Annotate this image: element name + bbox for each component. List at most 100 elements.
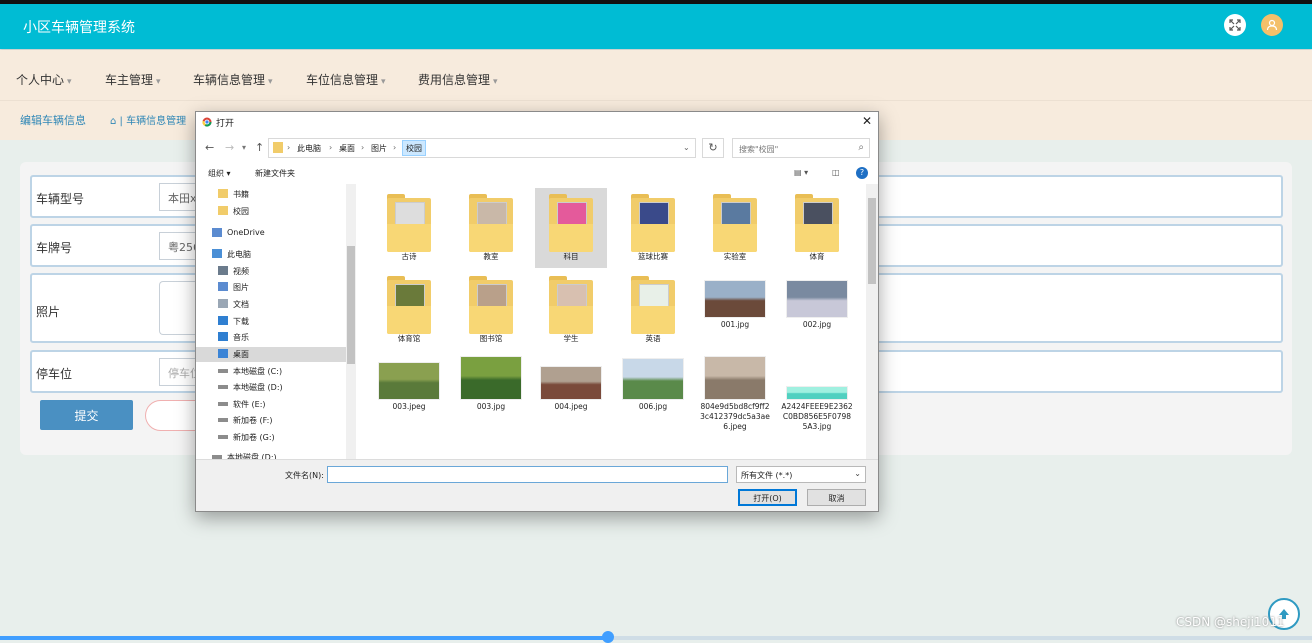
- fullscreen-button[interactable]: [1224, 14, 1246, 36]
- tree-item[interactable]: 本地磁盘 (D:): [196, 450, 346, 459]
- app-title: 小区车辆管理系统: [23, 20, 135, 36]
- folder-icon: [549, 276, 593, 334]
- reset-button[interactable]: [145, 400, 197, 431]
- folder-item[interactable]: 图书馆: [455, 270, 527, 350]
- filetype-value: 所有文件 (*.*): [741, 471, 793, 480]
- organize-button[interactable]: 组织 ▾: [208, 168, 231, 179]
- tree-item[interactable]: 视频: [196, 264, 346, 279]
- image-file-item[interactable]: 003.jpg: [455, 352, 527, 432]
- file-grid-scrollbar[interactable]: [866, 184, 878, 459]
- tree-item[interactable]: 新加卷 (F:): [196, 413, 346, 428]
- drive-icon: [218, 402, 228, 406]
- image-file-item[interactable]: 002.jpg: [781, 270, 853, 350]
- folder-icon: [387, 276, 431, 334]
- filename-input[interactable]: [327, 466, 728, 483]
- folder-item[interactable]: 学生: [535, 270, 607, 350]
- folder-item[interactable]: 实验室: [699, 188, 771, 268]
- dialog-toolbar: 组织 ▾ 新建文件夹 ▤ ▾ ◫ ?: [196, 162, 878, 184]
- address-box[interactable]: › 此电脑 › 桌面 › 图片 › 校园 ⌄: [268, 138, 696, 158]
- plate-input[interactable]: 粤256: [159, 232, 199, 260]
- tree-item[interactable]: OneDrive: [196, 226, 346, 241]
- tree-item[interactable]: 软件 (E:): [196, 397, 346, 412]
- file-grid: 古诗 教室 科目 篮球比赛 实验室 体育体育馆 图书馆 学生 英语 001.jpg 002.jpg 0…: [358, 184, 866, 459]
- navigation-pane: 书籍 校园 OneDrive 此电脑 视频 图片 文档 下载 音乐 桌面 本地磁盘 (C:) 本地磁盘…: [196, 184, 356, 459]
- parking-input[interactable]: 停车位: [159, 358, 199, 386]
- recent-dropdown-icon[interactable]: ▾: [242, 143, 246, 152]
- tree-item[interactable]: 本地磁盘 (C:): [196, 364, 346, 379]
- image-thumbnail: [786, 280, 848, 318]
- tree-item-label: 图片: [233, 283, 249, 292]
- folder-item[interactable]: 体育: [781, 188, 853, 268]
- music-icon: [218, 332, 228, 341]
- tree-item[interactable]: 桌面: [196, 347, 346, 362]
- folder-item[interactable]: 篮球比赛: [617, 188, 689, 268]
- separator-icon: ›: [361, 143, 365, 152]
- folder-item[interactable]: 英语: [617, 270, 689, 350]
- tree-item[interactable]: 图片: [196, 280, 346, 295]
- close-icon[interactable]: ✕: [862, 114, 872, 128]
- submit-button[interactable]: 提交: [40, 400, 133, 430]
- scrollbar-thumb[interactable]: [347, 246, 355, 364]
- address-segment[interactable]: 桌面: [339, 143, 355, 154]
- tree-item[interactable]: 文档: [196, 297, 346, 312]
- image-file-item[interactable]: 006.jpg: [617, 352, 689, 432]
- chevron-down-icon[interactable]: ⌄: [683, 143, 690, 152]
- refresh-button[interactable]: ↻: [702, 138, 724, 158]
- image-thumbnail: [378, 362, 440, 400]
- folder-item[interactable]: 教室: [455, 188, 527, 268]
- image-file-item[interactable]: 003.jpeg: [373, 352, 445, 432]
- tree-item[interactable]: 此电脑: [196, 247, 346, 262]
- progress-knob[interactable]: [602, 631, 614, 643]
- open-button[interactable]: 打开(O): [738, 489, 797, 506]
- tree-item[interactable]: 音乐: [196, 330, 346, 345]
- view-options-icon[interactable]: ▤ ▾: [794, 168, 808, 177]
- user-avatar-button[interactable]: [1261, 14, 1283, 36]
- filetype-select[interactable]: 所有文件 (*.*) ⌄: [736, 466, 866, 483]
- computer-icon: [212, 249, 222, 258]
- nav-fee-management[interactable]: 费用信息管理 ▾: [418, 71, 498, 88]
- model-input[interactable]: 本田xr-v: [159, 183, 199, 211]
- new-folder-button[interactable]: 新建文件夹: [255, 168, 295, 179]
- tree-item[interactable]: 下载: [196, 314, 346, 329]
- tree-item[interactable]: 新加卷 (G:): [196, 430, 346, 445]
- file-name: 006.jpg: [638, 402, 668, 411]
- back-arrow-icon[interactable]: ←: [205, 141, 214, 154]
- address-segment[interactable]: 图片: [371, 143, 387, 154]
- nav-parking-management[interactable]: 车位信息管理 ▾: [306, 71, 386, 88]
- folder-icon: [387, 194, 431, 252]
- folder-item[interactable]: 科目: [535, 188, 607, 268]
- image-file-item[interactable]: 804e9d5bd8cf9ff23c412379dc5a3ae6.jpeg: [699, 352, 771, 432]
- tree-item[interactable]: 书籍: [196, 187, 346, 202]
- address-segment[interactable]: 此电脑: [297, 143, 321, 154]
- home-icon: ⌂: [110, 116, 117, 127]
- help-icon[interactable]: ?: [856, 167, 868, 179]
- folder-item[interactable]: 古诗: [373, 188, 445, 268]
- preview-pane-icon[interactable]: ◫: [832, 168, 840, 177]
- photo-upload[interactable]: [159, 281, 199, 335]
- image-file-item[interactable]: 001.jpg: [699, 270, 771, 350]
- tree-item[interactable]: 本地磁盘 (D:): [196, 380, 346, 395]
- image-file-item[interactable]: A2424FEEE9E2362C0BD856E5F07985A3.jpg: [781, 352, 853, 432]
- folder-icon: [713, 194, 757, 252]
- folder-item[interactable]: 体育馆: [373, 270, 445, 350]
- scrollbar-thumb[interactable]: [868, 198, 876, 284]
- tree-item[interactable]: 校园: [196, 204, 346, 219]
- breadcrumb-path[interactable]: ⌂ | 车辆信息管理: [110, 112, 186, 127]
- search-input[interactable]: 搜索"校园" ⌕: [732, 138, 870, 158]
- scroll-progress: [0, 631, 1312, 643]
- address-segment-current[interactable]: 校园: [406, 143, 422, 154]
- tree-item-label: 下载: [233, 317, 249, 326]
- navigation-scrollbar[interactable]: [346, 184, 356, 459]
- up-arrow-icon[interactable]: ↑: [255, 141, 264, 154]
- file-name: 001.jpg: [720, 320, 750, 329]
- folder-icon: [631, 276, 675, 334]
- image-file-item[interactable]: 004.jpeg: [535, 352, 607, 432]
- drive-icon: [218, 369, 228, 373]
- nav-owner-management[interactable]: 车主管理 ▾: [105, 71, 161, 88]
- cancel-button[interactable]: 取消: [807, 489, 866, 506]
- folder-icon: [469, 194, 513, 252]
- dialog-title: 打开: [216, 119, 235, 129]
- nav-personal-center[interactable]: 个人中心 ▾: [16, 71, 72, 88]
- nav-vehicle-management[interactable]: 车辆信息管理 ▾: [193, 71, 273, 88]
- forward-arrow-icon[interactable]: →: [225, 141, 234, 154]
